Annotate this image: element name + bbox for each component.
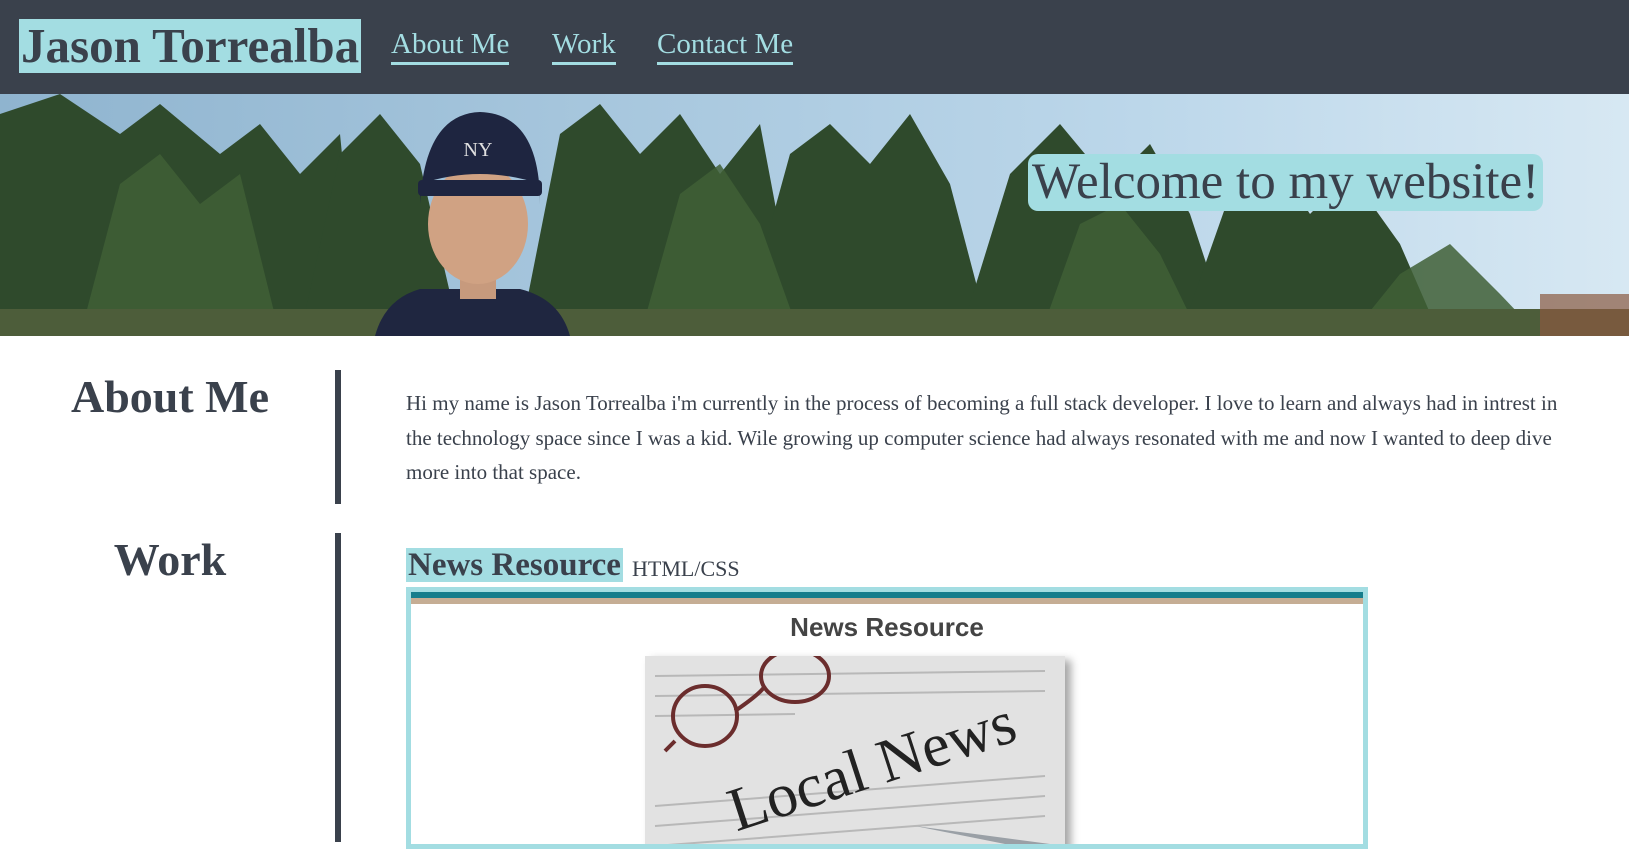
newspaper-image: Local News xyxy=(645,656,1065,844)
about-divider xyxy=(335,370,341,504)
preview-heading: News Resource xyxy=(790,612,984,642)
welcome-banner: Welcome to my website! xyxy=(1028,154,1544,211)
project-preview[interactable]: News Resource Local News xyxy=(406,587,1368,849)
about-section-title: About Me xyxy=(70,371,270,422)
svg-text:NY: NY xyxy=(464,139,493,161)
project-tech-label: HTML/CSS xyxy=(632,556,740,581)
project-title-link[interactable]: News Resource xyxy=(406,548,623,582)
preview-tan-bar xyxy=(411,598,1363,604)
hero-photo: NY xyxy=(0,94,1629,336)
top-nav-bar: Jason Torrealba About Me Work Contact Me xyxy=(0,0,1629,94)
nav-link-about-me[interactable]: About Me xyxy=(391,26,510,65)
hero-banner: NY xyxy=(0,94,1629,336)
work-divider xyxy=(335,533,341,842)
about-paragraph: Hi my name is Jason Torrealba i'm curren… xyxy=(406,391,1558,484)
nav-link-work[interactable]: Work xyxy=(552,26,616,65)
site-name[interactable]: Jason Torrealba xyxy=(19,19,362,73)
work-section-title: Work xyxy=(113,534,227,585)
nav-link-contact-me[interactable]: Contact Me xyxy=(657,26,794,65)
